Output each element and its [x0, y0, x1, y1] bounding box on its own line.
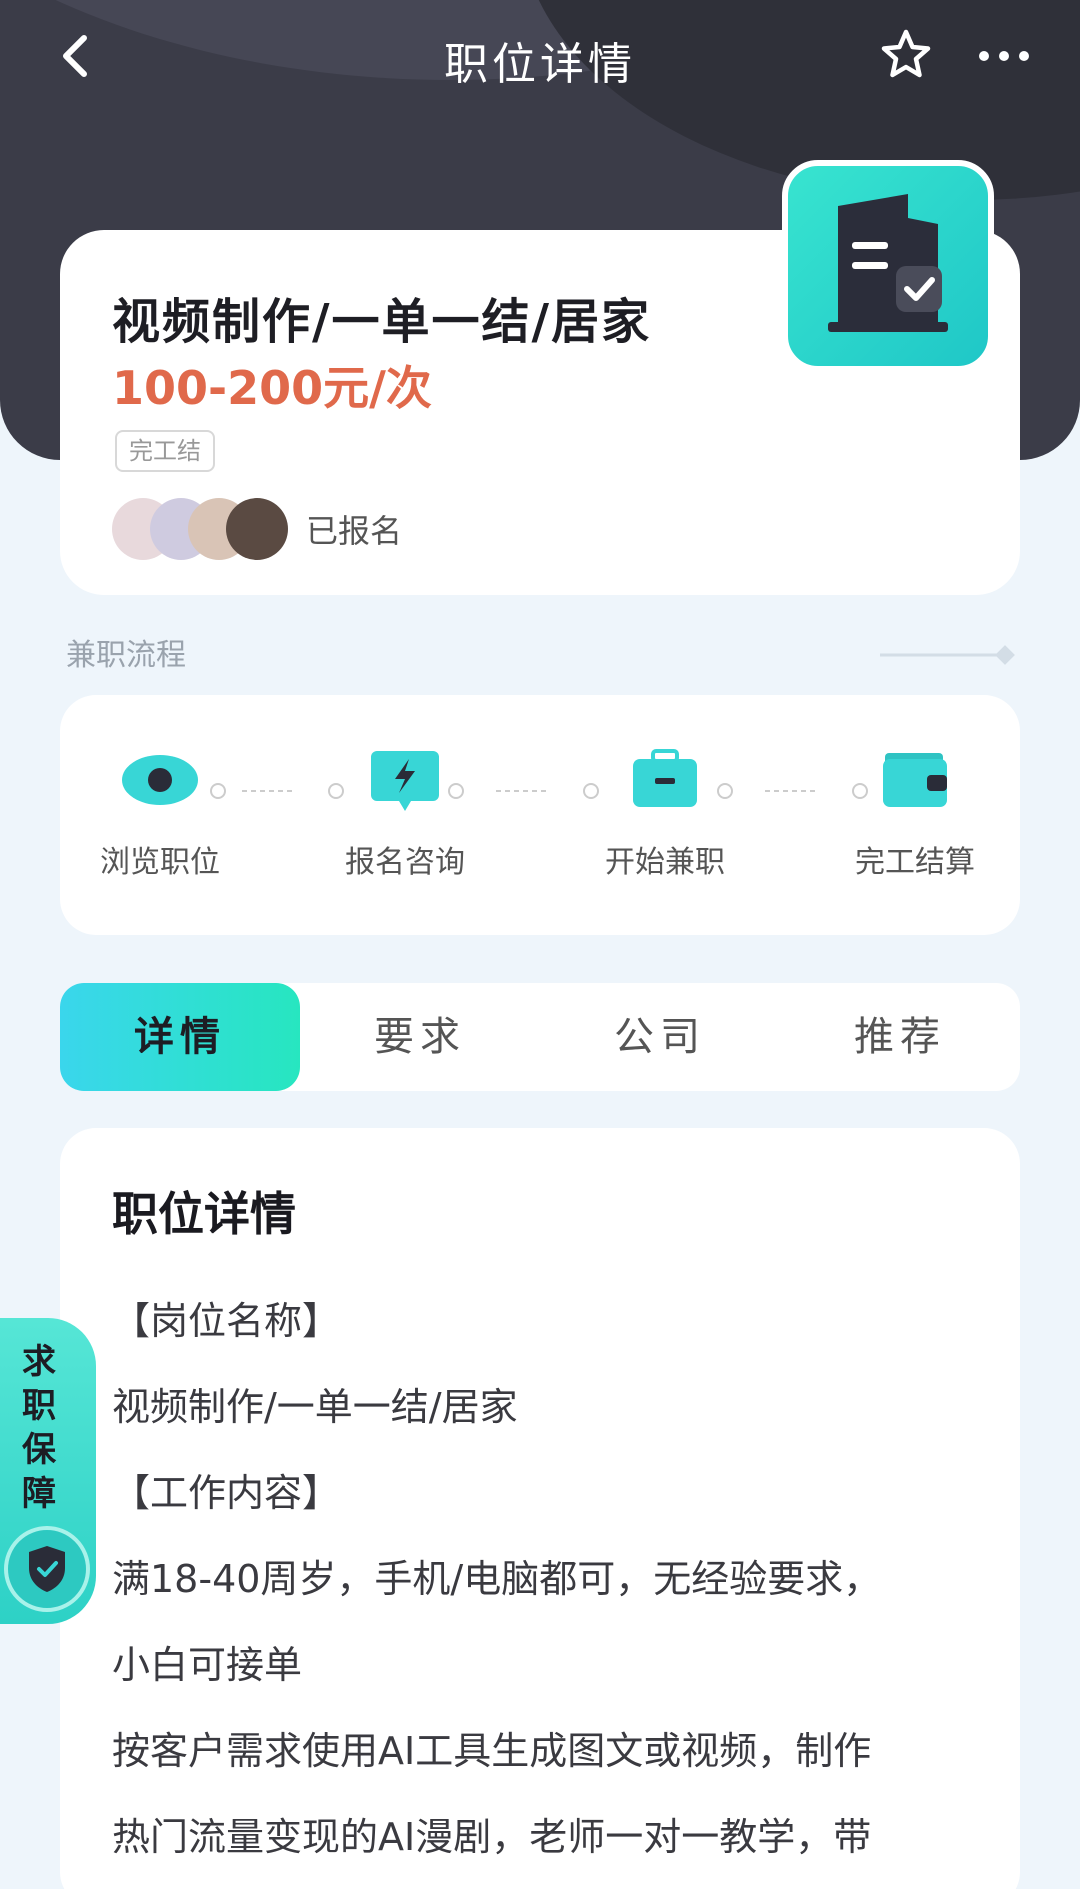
job-guarantee-badge[interactable]: 求职保障 [0, 1318, 96, 1624]
detail-tabs: 详情 要求 公司 推荐 [60, 983, 1020, 1091]
more-options-button[interactable] [974, 30, 1034, 82]
company-logo [782, 160, 994, 372]
step-connector [210, 783, 292, 799]
step-label: 完工结算 [855, 845, 975, 880]
job-salary: 100-200元/次 [112, 361, 432, 415]
job-detail-card: 职位详情 【岗位名称】 视频制作/一单一结/居家 【工作内容】 满18-40周岁… [60, 1128, 1020, 1889]
detail-line: 【工作内容】 [112, 1471, 341, 1515]
section-divider-decoration [880, 645, 1015, 665]
process-step-browse: 浏览职位 [60, 745, 260, 881]
process-steps-card: 浏览职位 报名咨询 开始兼职 完工结算 [60, 695, 1020, 935]
eye-icon [122, 755, 198, 805]
more-dots-icon [979, 51, 1029, 61]
top-navigation-bar: 职位详情 [0, 0, 1080, 110]
favorite-button[interactable] [876, 26, 936, 86]
chat-bolt-icon [371, 751, 439, 811]
detail-line: 小白可接单 [112, 1643, 303, 1687]
job-title: 视频制作/一单一结/居家 [112, 294, 652, 350]
process-step-start: 开始兼职 [565, 745, 765, 881]
detail-line: 满18-40周岁，手机/电脑都可，无经验要求， [112, 1557, 882, 1601]
applicant-avatars [112, 498, 292, 560]
shield-check-icon [4, 1526, 90, 1612]
detail-heading: 职位详情 [112, 1187, 296, 1241]
detail-line: 按客户需求使用AI工具生成图文或视频，制作 [112, 1729, 872, 1773]
wallet-icon [883, 753, 947, 807]
tab-details[interactable]: 详情 [60, 983, 300, 1091]
star-icon [881, 29, 931, 78]
guarantee-text: 求职保障 [22, 1342, 56, 1514]
detail-line: 【岗位名称】 [112, 1299, 341, 1343]
tab-company[interactable]: 公司 [540, 983, 780, 1091]
process-step-signup: 报名咨询 [305, 745, 505, 881]
process-step-settle: 完工结算 [815, 745, 1015, 881]
detail-line: 热门流量变现的AI漫剧，老师一对一教学，带 [112, 1815, 872, 1859]
detail-content: 【岗位名称】 视频制作/一单一结/居家 【工作内容】 满18-40周岁，手机/电… [112, 1278, 992, 1880]
step-label: 报名咨询 [345, 845, 465, 880]
step-label: 开始兼职 [605, 845, 725, 880]
tab-requirements[interactable]: 要求 [300, 983, 540, 1091]
avatar [226, 498, 288, 560]
process-section-label: 兼职流程 [66, 638, 186, 673]
tab-recommend[interactable]: 推荐 [780, 983, 1020, 1091]
building-check-icon [828, 194, 948, 332]
signed-up-text: 已报名 [306, 512, 403, 550]
step-label: 浏览职位 [100, 845, 220, 880]
settlement-tag: 完工结 [115, 430, 215, 472]
briefcase-icon [633, 749, 697, 807]
detail-line: 视频制作/一单一结/居家 [112, 1385, 518, 1429]
